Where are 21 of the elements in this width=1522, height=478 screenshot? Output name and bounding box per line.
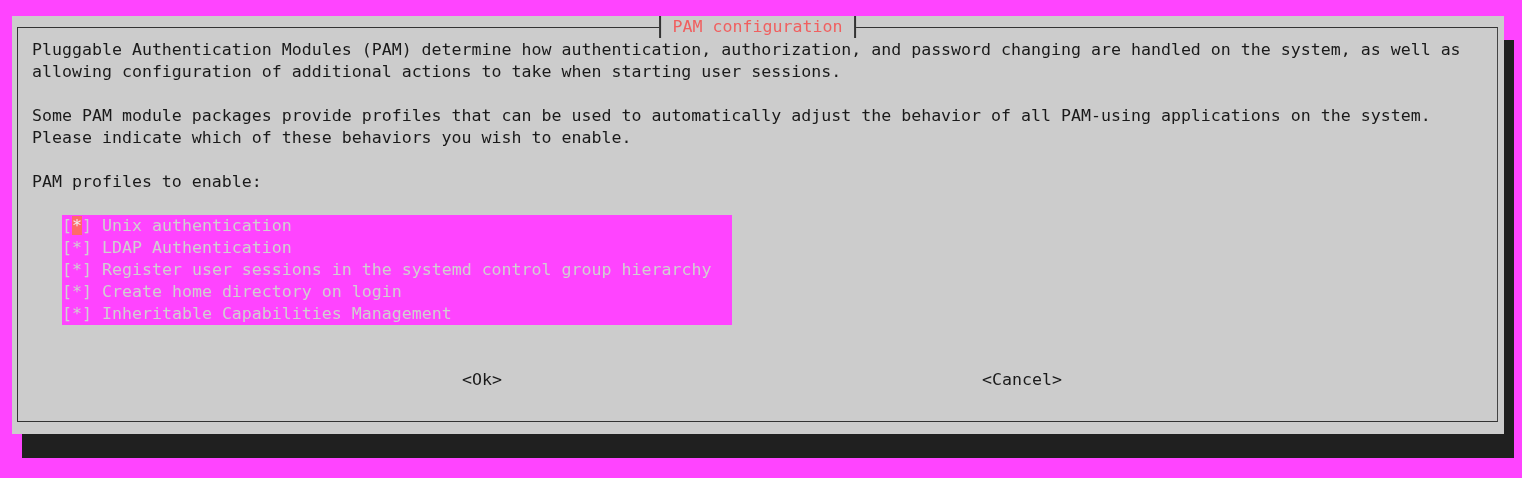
profile-label[interactable]: Register user sessions in the systemd control group hierarchy: [92, 259, 712, 281]
dialog-button[interactable]: <Cancel>: [981, 369, 1062, 391]
checkbox[interactable]: [*]: [62, 237, 92, 259]
checkbox[interactable]: [*]: [62, 303, 92, 325]
description-paragraph: Some PAM module packages provide profiles that can be used to automatically adjust the behavior of all PAM-using applications on the system. Please indicate which of these behaviors you wish to enable.: [32, 105, 1432, 149]
profile-label[interactable]: LDAP Authentication: [92, 237, 292, 259]
profile-label[interactable]: Unix authentication: [92, 215, 292, 237]
checkbox[interactable]: [*]: [62, 281, 92, 303]
cursor-mark: *: [72, 304, 82, 323]
list-prompt: PAM profiles to enable:: [32, 171, 263, 193]
profile-label[interactable]: Create home directory on login: [92, 281, 402, 303]
checkbox[interactable]: [*]: [62, 259, 92, 281]
cursor-mark: *: [72, 216, 82, 235]
cursor-mark: *: [72, 260, 82, 279]
checkbox[interactable]: [*]: [62, 215, 92, 237]
description-paragraph: Pluggable Authentication Modules (PAM) determine how authentication, authorization, and password changing are handled on the system, as well as allowing configuration of additional actions to take when starting user sessions.: [32, 39, 1462, 83]
profile-label[interactable]: Inheritable Capabilities Management: [92, 303, 452, 325]
dialog-title: PAM configuration: [658, 16, 857, 38]
cursor-mark: *: [72, 282, 82, 301]
cursor-mark: *: [72, 238, 82, 257]
dialog-button[interactable]: <Ok>: [462, 369, 502, 391]
